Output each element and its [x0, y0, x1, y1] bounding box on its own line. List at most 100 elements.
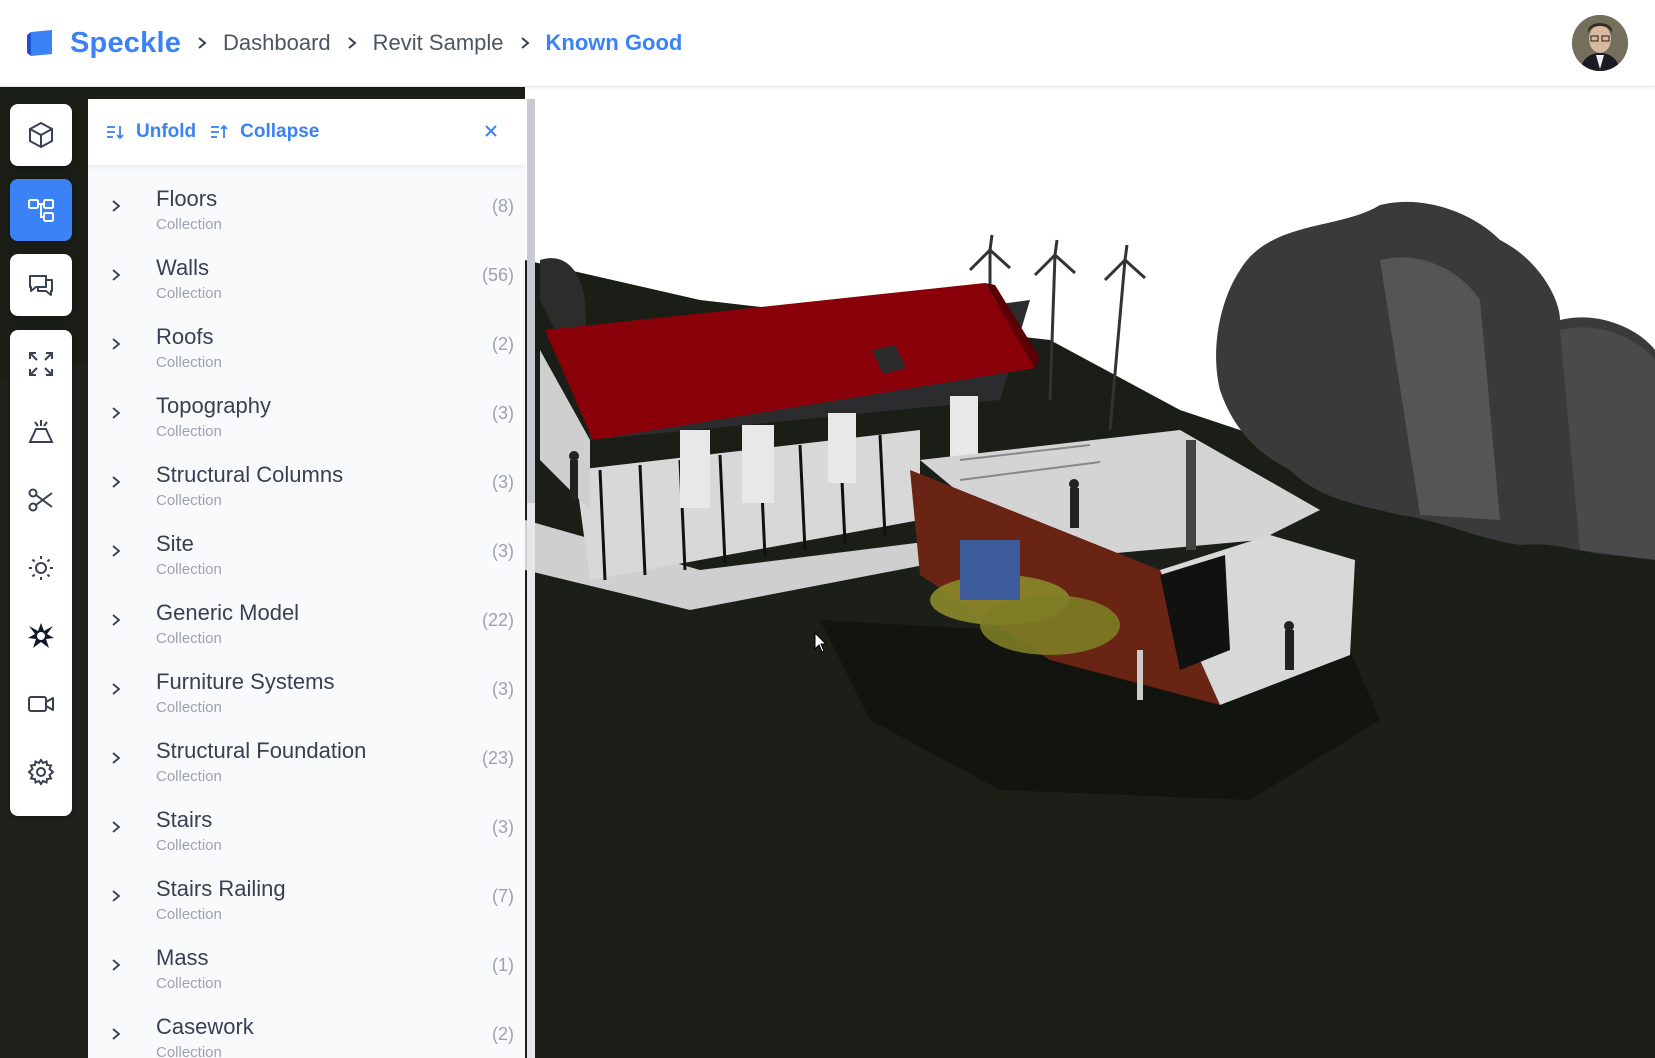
tree-item-count: (3) — [492, 679, 514, 699]
chevron-right-icon[interactable] — [109, 199, 123, 213]
toolbar-group-comments — [10, 254, 72, 316]
tree-item-name: Casework — [156, 1014, 254, 1039]
tree-item-name: Topography — [156, 393, 271, 418]
tree-item-type: Collection — [156, 561, 222, 578]
tree-item-name: Structural Columns — [156, 462, 344, 487]
breadcrumb-dashboard[interactable]: Dashboard — [223, 30, 331, 56]
user-avatar[interactable] — [1572, 15, 1628, 71]
tree-item-count: (8) — [492, 196, 514, 216]
tree-item-name: Generic Model — [156, 600, 300, 625]
chevron-right-icon — [348, 37, 357, 49]
chevron-right-icon[interactable] — [109, 406, 123, 420]
tree-item-count: (3) — [492, 403, 514, 423]
tree-item-count: (2) — [492, 1024, 514, 1044]
brand-name[interactable]: Speckle — [70, 27, 181, 60]
chevron-right-icon[interactable] — [109, 682, 123, 696]
cube-icon — [29, 121, 53, 149]
tree-item-count: (7) — [492, 886, 514, 906]
tree-item-name: Mass — [156, 945, 209, 970]
perspective-icon — [28, 420, 54, 443]
sun-lighting-button[interactable] — [10, 534, 72, 602]
tree-item-count: (3) — [492, 541, 514, 561]
explode-icon — [28, 623, 54, 648]
unfold-label: Unfold — [136, 121, 197, 142]
toolbar-group-tools — [10, 330, 72, 816]
chevron-right-icon[interactable] — [109, 544, 123, 558]
tree-item-type: Collection — [156, 216, 222, 233]
tree-item-name: Furniture Systems — [156, 669, 335, 694]
tree-item[interactable]: Structural Columns Collection (3) — [88, 450, 525, 519]
tree-item-count: (3) — [492, 817, 514, 837]
tree-item[interactable]: Site Collection (3) — [88, 519, 525, 588]
speckle-logo-icon[interactable] — [27, 29, 54, 57]
collapse-button[interactable]: Collapse — [210, 121, 319, 143]
tree-item-name: Floors — [156, 186, 218, 211]
close-icon[interactable] — [483, 123, 499, 139]
tree-item[interactable]: Roofs Collection (2) — [88, 312, 525, 381]
unfold-button[interactable]: Unfold — [106, 121, 196, 143]
settings-icon — [27, 758, 55, 786]
comments-button[interactable] — [10, 254, 72, 316]
mouse-cursor-icon — [814, 632, 828, 653]
tree-item-name: Roofs — [156, 324, 214, 349]
section-box-button[interactable] — [10, 466, 72, 534]
collapse-icon — [211, 124, 228, 138]
chevron-right-icon[interactable] — [109, 751, 123, 765]
tree-item[interactable]: Walls Collection (56) — [88, 243, 525, 312]
models-button[interactable] — [10, 104, 72, 166]
tree-item-type: Collection — [156, 1044, 222, 1058]
tree-item-name: Walls — [156, 255, 209, 280]
chevron-right-icon[interactable] — [109, 613, 123, 627]
unfold-icon — [107, 126, 124, 140]
tree-item-type: Collection — [156, 423, 222, 440]
chevron-right-icon — [198, 37, 207, 49]
panel-scrollbar[interactable] — [527, 99, 535, 1058]
scene-explorer-button[interactable] — [10, 179, 72, 241]
breadcrumb-known-good[interactable]: Known Good — [546, 30, 683, 56]
section-cut-icon — [28, 488, 53, 512]
chevron-right-icon[interactable] — [109, 475, 123, 489]
panel-header: Unfold Collapse — [88, 99, 525, 165]
tree-item-type: Collection — [156, 768, 222, 785]
chevron-right-icon — [520, 37, 530, 49]
tree-item[interactable]: Mass Collection (1) — [88, 933, 525, 1002]
tree-item-type: Collection — [156, 285, 222, 302]
tree-item[interactable]: Furniture Systems Collection (3) — [88, 657, 525, 726]
chevron-right-icon[interactable] — [109, 337, 123, 351]
tree-item-name: Stairs Railing — [156, 876, 286, 901]
tree-item[interactable]: Floors Collection (8) — [88, 174, 525, 243]
tree-item-type: Collection — [156, 975, 222, 992]
tree-item[interactable]: Casework Collection (2) — [88, 1002, 525, 1058]
tree-item-type: Collection — [156, 492, 222, 509]
chevron-right-icon[interactable] — [109, 958, 123, 972]
tree-item-count: (2) — [492, 334, 514, 354]
chevron-right-icon[interactable] — [109, 820, 123, 834]
tree-item[interactable]: Topography Collection (3) — [88, 381, 525, 450]
tree-item-type: Collection — [156, 699, 222, 716]
tree-item-name: Site — [156, 531, 194, 556]
explode-button[interactable] — [10, 602, 72, 670]
sun-icon — [29, 556, 53, 580]
tree-structure-icon — [28, 199, 54, 222]
tree-item-type: Collection — [156, 906, 222, 923]
tree-item-type: Collection — [156, 630, 222, 647]
chevron-right-icon[interactable] — [109, 1027, 123, 1041]
object-tree-list: Floors Collection (8) Walls Collection (56) Ro… — [88, 165, 525, 1058]
chevron-right-icon[interactable] — [109, 889, 123, 903]
saved-views-button[interactable] — [10, 670, 72, 738]
tree-item[interactable]: Generic Model Collection (22) — [88, 588, 525, 657]
settings-button[interactable] — [10, 738, 72, 806]
breadcrumb-revit-sample[interactable]: Revit Sample — [373, 30, 504, 56]
tree-item-type: Collection — [156, 837, 222, 854]
scrollbar-thumb[interactable] — [527, 99, 535, 503]
tree-item[interactable]: Stairs Collection (3) — [88, 795, 525, 864]
zoom-extents-button[interactable] — [10, 330, 72, 398]
tree-item-count: (3) — [492, 472, 514, 492]
tree-item-name: Structural Foundation — [156, 738, 367, 763]
tree-item[interactable]: Structural Foundation Collection (23) — [88, 726, 525, 795]
chevron-right-icon[interactable] — [109, 268, 123, 282]
tree-item-count: (1) — [492, 955, 514, 975]
scene-explorer-panel: Unfold Collapse Floors Collection (8) Walls… — [88, 99, 525, 1058]
perspective-button[interactable] — [10, 398, 72, 466]
tree-item[interactable]: Stairs Railing Collection (7) — [88, 864, 525, 933]
